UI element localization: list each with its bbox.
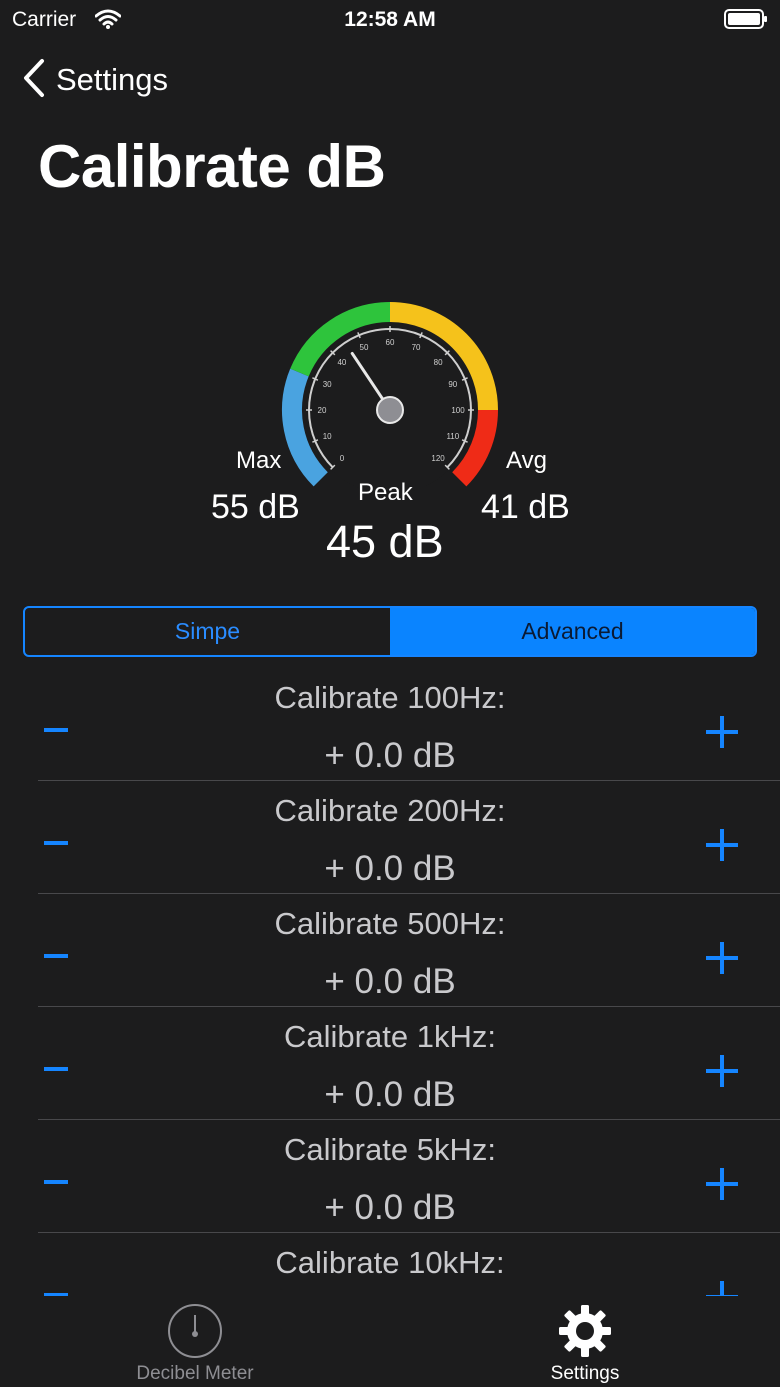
gauge-tick-label: 10 — [323, 432, 332, 441]
calibration-label: Calibrate 200Hz: — [274, 793, 506, 828]
gauge-tick-label: 90 — [448, 380, 457, 389]
gauge-tick-label: 110 — [446, 432, 459, 441]
peak-label: Peak — [358, 479, 413, 506]
status-time: 12:58 AM — [344, 8, 436, 31]
calibration-label: Calibrate 5kHz: — [284, 1132, 496, 1167]
decrease-button[interactable] — [44, 954, 68, 958]
peak-value: 45 dB — [326, 516, 444, 567]
avg-value: 41 dB — [481, 488, 570, 526]
calibration-value: + 0.0 dB — [324, 962, 456, 1001]
calibration-label: Calibrate 500Hz: — [274, 906, 506, 941]
calibration-row: Calibrate 1kHz: + 0.0 dB — [0, 1007, 780, 1120]
calibration-value: + 0.0 dB — [324, 1075, 456, 1114]
battery-icon — [724, 9, 768, 29]
increase-button[interactable] — [706, 1281, 738, 1296]
tab-label-settings: Settings — [550, 1363, 620, 1384]
calibration-row: Calibrate 10kHz:+ 0.0 dB — [0, 1233, 780, 1296]
segment-advanced[interactable]: Advanced — [390, 608, 755, 655]
calibration-row: Calibrate 5kHz: + 0.0 dB — [0, 1120, 780, 1233]
gauge-tick-label: 40 — [337, 358, 346, 367]
max-value: 55 dB — [211, 488, 300, 526]
tab-settings[interactable]: Settings — [390, 1296, 780, 1387]
gauge-icon — [168, 1304, 222, 1358]
calibration-row: Calibrate 500Hz: + 0.0 dB — [0, 894, 780, 1007]
status-bar: Carrier 12:58 AM — [0, 0, 780, 40]
tab-label-decibel-meter: Decibel Meter — [136, 1363, 254, 1384]
gauge-tick-label: 80 — [434, 358, 443, 367]
back-label: Settings — [56, 62, 169, 97]
calibration-value: + 0.0 dB — [324, 736, 456, 775]
gauge-tick-label: 70 — [412, 343, 421, 352]
calibration-label: Calibrate 100Hz: — [274, 680, 506, 715]
increase-button[interactable] — [706, 829, 738, 861]
decrease-button[interactable] — [44, 1180, 68, 1184]
calibration-row: Calibrate 100Hz: + 0.0 dB — [0, 668, 780, 781]
calibration-row: Calibrate 200Hz: + 0.0 dB — [0, 781, 780, 894]
mode-segmented-control: Simpe Advanced — [23, 606, 757, 657]
decrease-button[interactable] — [44, 841, 68, 845]
avg-label: Avg — [506, 447, 547, 474]
gauge-tick-label: 100 — [451, 406, 465, 415]
tab-decibel-meter[interactable]: Decibel Meter — [0, 1296, 390, 1387]
calibration-value: + 0.0 dB — [324, 849, 456, 888]
decrease-button[interactable] — [44, 728, 68, 732]
max-label: Max — [236, 447, 282, 474]
gauge-tick-label: 30 — [323, 380, 332, 389]
increase-button[interactable] — [706, 942, 738, 974]
calibration-label: Calibrate 1kHz: — [284, 1019, 496, 1054]
decrease-button[interactable] — [44, 1067, 68, 1071]
gauge-tick-label: 60 — [386, 338, 395, 347]
gear-icon — [559, 1305, 611, 1357]
segment-simple[interactable]: Simpe — [25, 608, 390, 655]
increase-button[interactable] — [706, 716, 738, 748]
gauge-tick-label: 50 — [360, 343, 369, 352]
gauge-tick-label: 120 — [431, 454, 445, 463]
gauge-tick-label: 0 — [340, 454, 345, 463]
back-button[interactable]: Settings — [22, 58, 168, 102]
calibration-list[interactable]: Calibrate 100Hz: + 0.0 dB Calibrate 200Hz:… — [0, 668, 780, 1296]
gauge-tick-label: 20 — [318, 406, 327, 415]
chevron-left-icon — [22, 58, 46, 103]
calibration-value: + 0.0 dB — [324, 1188, 456, 1227]
increase-button[interactable] — [706, 1055, 738, 1087]
page-title: Calibrate dB — [38, 133, 386, 200]
calibration-label: Calibrate 10kHz: — [275, 1245, 505, 1280]
increase-button[interactable] — [706, 1168, 738, 1200]
gauge-hub — [376, 396, 404, 424]
tab-bar: Decibel Meter Settings — [0, 1296, 780, 1387]
